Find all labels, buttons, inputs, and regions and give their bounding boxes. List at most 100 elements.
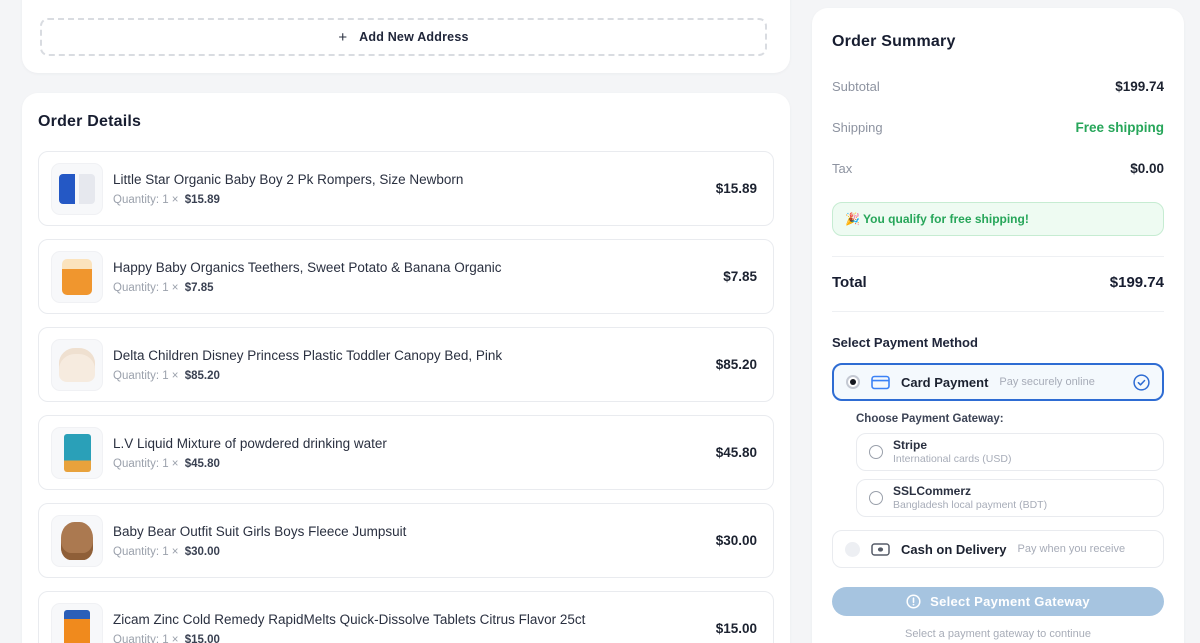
card-payment-option[interactable]: Card Payment Pay securely online	[832, 363, 1164, 401]
order-item-row: Zicam Zinc Cold Remedy RapidMelts Quick-…	[38, 591, 774, 643]
product-thumbnail	[51, 603, 103, 643]
order-item-row: L.V Liquid Mixture of powdered drinking …	[38, 415, 774, 490]
cod-sublabel: Pay when you receive	[1018, 543, 1126, 555]
submit-hint-text: Select a payment gateway to continue	[832, 628, 1164, 640]
divider	[832, 311, 1164, 312]
product-quantity-line: Quantity: 1 × $15.00	[113, 634, 700, 643]
summary-label: Subtotal	[832, 79, 880, 94]
unit-price: $30.00	[185, 546, 220, 558]
product-title: Happy Baby Organics Teethers, Sweet Pota…	[113, 260, 707, 275]
select-payment-gateway-button[interactable]: Select Payment Gateway	[832, 587, 1164, 616]
product-info: Little Star Organic Baby Boy 2 Pk Romper…	[113, 172, 700, 206]
product-info: Delta Children Disney Princess Plastic T…	[113, 348, 700, 382]
product-title: Zicam Zinc Cold Remedy RapidMelts Quick-…	[113, 612, 700, 627]
radio-selected-icon[interactable]	[846, 375, 860, 389]
quantity-text: Quantity: 1 ×	[113, 458, 182, 470]
product-thumbnail	[51, 427, 103, 479]
product-title: Little Star Organic Baby Boy 2 Pk Romper…	[113, 172, 700, 187]
summary-rows: Subtotal $199.74 Shipping Free shipping …	[832, 79, 1164, 176]
cod-label: Cash on Delivery	[901, 542, 1007, 557]
product-thumbnail	[51, 339, 103, 391]
order-item-row: Happy Baby Organics Teethers, Sweet Pota…	[38, 239, 774, 314]
order-summary-title: Order Summary	[832, 33, 1164, 51]
gateway-name: Stripe	[893, 438, 1011, 453]
order-details-card: Order Details Little Star Organic Baby B…	[22, 93, 790, 643]
unit-price: $15.00	[185, 634, 220, 643]
quantity-text: Quantity: 1 ×	[113, 194, 182, 206]
product-quantity-line: Quantity: 1 × $15.89	[113, 194, 700, 206]
free-shipping-banner: 🎉 You qualify for free shipping!	[832, 202, 1164, 236]
address-card: + Add New Address	[22, 0, 790, 73]
product-quantity-line: Quantity: 1 × $30.00	[113, 546, 700, 558]
total-label: Total	[832, 274, 867, 291]
product-image-icon	[59, 348, 95, 382]
order-item-row: Delta Children Disney Princess Plastic T…	[38, 327, 774, 402]
order-item-row: Baby Bear Outfit Suit Girls Boys Fleece …	[38, 503, 774, 578]
summary-label: Tax	[832, 161, 852, 176]
gateway-option[interactable]: Stripe International cards (USD)	[856, 433, 1164, 471]
unit-price: $15.89	[185, 194, 220, 206]
product-title: L.V Liquid Mixture of powdered drinking …	[113, 436, 700, 451]
plus-icon: +	[338, 29, 347, 46]
radio-unselected-icon[interactable]	[869, 445, 883, 459]
product-thumbnail	[51, 515, 103, 567]
add-new-address-button[interactable]: + Add New Address	[40, 18, 767, 56]
product-quantity-line: Quantity: 1 × $85.20	[113, 370, 700, 382]
unit-price: $45.80	[185, 458, 220, 470]
line-total: $15.89	[716, 181, 757, 196]
summary-row: Subtotal $199.74	[832, 79, 1164, 94]
summary-value: $0.00	[1130, 161, 1164, 176]
product-info: Zicam Zinc Cold Remedy RapidMelts Quick-…	[113, 612, 700, 643]
summary-label: Shipping	[832, 120, 883, 135]
product-image-icon	[62, 259, 92, 295]
quantity-text: Quantity: 1 ×	[113, 370, 182, 382]
order-item-row: Little Star Organic Baby Boy 2 Pk Romper…	[38, 151, 774, 226]
unit-price: $7.85	[185, 282, 214, 294]
quantity-text: Quantity: 1 ×	[113, 634, 182, 643]
choose-gateway-label: Choose Payment Gateway:	[856, 413, 1164, 425]
line-total: $30.00	[716, 533, 757, 548]
card-payment-sublabel: Pay securely online	[999, 376, 1094, 388]
submit-button-label: Select Payment Gateway	[930, 594, 1090, 609]
product-thumbnail	[51, 251, 103, 303]
product-title: Baby Bear Outfit Suit Girls Boys Fleece …	[113, 524, 700, 539]
line-total: $85.20	[716, 357, 757, 372]
summary-value: $199.74	[1115, 79, 1164, 94]
product-image-icon	[64, 610, 90, 643]
product-quantity-line: Quantity: 1 × $7.85	[113, 282, 707, 294]
summary-value: Free shipping	[1075, 120, 1164, 135]
product-image-icon	[59, 174, 95, 204]
cash-on-delivery-option[interactable]: Cash on Delivery Pay when you receive	[832, 530, 1164, 568]
order-summary-card: Order Summary Subtotal $199.74 Shipping …	[812, 8, 1184, 643]
product-image-icon	[61, 522, 93, 560]
card-payment-label: Card Payment	[901, 375, 988, 390]
product-info: L.V Liquid Mixture of powdered drinking …	[113, 436, 700, 470]
line-total: $7.85	[723, 269, 757, 284]
radio-unselected-icon[interactable]	[869, 491, 883, 505]
add-address-label: Add New Address	[359, 30, 469, 44]
line-total: $45.80	[716, 445, 757, 460]
line-total: $15.00	[716, 621, 757, 636]
order-details-title: Order Details	[38, 113, 774, 131]
credit-card-icon	[871, 375, 890, 390]
gateway-name: SSLCommerz	[893, 484, 1047, 499]
product-title: Delta Children Disney Princess Plastic T…	[113, 348, 700, 363]
summary-row: Tax $0.00	[832, 161, 1164, 176]
quantity-text: Quantity: 1 ×	[113, 546, 182, 558]
gateway-list: Stripe International cards (USD) SSLComm…	[856, 433, 1164, 517]
gateway-desc: Bangladesh local payment (BDT)	[893, 499, 1047, 512]
unit-price: $85.20	[185, 370, 220, 382]
product-image-icon	[64, 434, 91, 472]
divider	[832, 256, 1164, 257]
order-items-list: Little Star Organic Baby Boy 2 Pk Romper…	[38, 151, 774, 643]
product-info: Baby Bear Outfit Suit Girls Boys Fleece …	[113, 524, 700, 558]
check-circle-icon	[1133, 374, 1150, 391]
banknote-icon	[871, 543, 890, 556]
total-row: Total $199.74	[832, 274, 1164, 291]
gateway-option[interactable]: SSLCommerz Bangladesh local payment (BDT…	[856, 479, 1164, 517]
product-thumbnail	[51, 163, 103, 215]
summary-row: Shipping Free shipping	[832, 120, 1164, 135]
alert-circle-icon	[906, 594, 921, 609]
total-value: $199.74	[1110, 274, 1164, 291]
radio-unselected-icon[interactable]	[845, 542, 860, 557]
